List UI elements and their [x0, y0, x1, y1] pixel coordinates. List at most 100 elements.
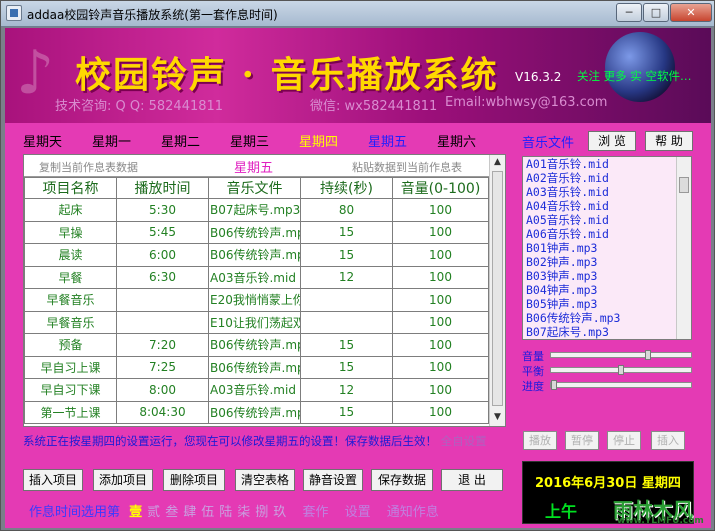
schedule-scrollbar[interactable]: ▲ ▼: [489, 155, 505, 426]
tab-tuesday[interactable]: 星期二: [161, 131, 200, 150]
cell-volume[interactable]: 100: [392, 355, 489, 379]
list-item[interactable]: B06传统铃声.mp3: [523, 311, 691, 325]
cell-music-file[interactable]: B06传统铃声.mp3: [208, 355, 301, 379]
mute-settings-button[interactable]: 静音设置: [303, 469, 363, 491]
cell-duration[interactable]: 15: [300, 243, 393, 267]
table-row[interactable]: 早餐 6:30 A03音乐铃.mid 12 100: [24, 265, 489, 289]
scroll-up-icon[interactable]: ▲: [492, 157, 503, 168]
cell-play-time[interactable]: 7:25: [116, 355, 209, 379]
close-button[interactable]: ✕: [670, 3, 712, 22]
cell-duration[interactable]: 80: [300, 198, 393, 222]
cell-volume[interactable]: 100: [392, 220, 489, 244]
cell-duration[interactable]: 15: [300, 400, 393, 424]
cell-play-time[interactable]: 6:30: [116, 265, 209, 289]
volume-slider[interactable]: 音量: [522, 348, 692, 364]
preset-option[interactable]: 伍: [201, 501, 214, 520]
list-item[interactable]: A02音乐铃.mid: [523, 171, 691, 185]
cell-duration[interactable]: 15: [300, 220, 393, 244]
cell-volume[interactable]: 100: [392, 400, 489, 424]
cell-duration[interactable]: 12: [300, 265, 393, 289]
preset-option[interactable]: 叁: [165, 501, 178, 520]
cell-item-name[interactable]: 第一节上课: [24, 400, 117, 424]
cell-music-file[interactable]: B06传统铃声.mp3: [208, 400, 301, 424]
delete-item-button[interactable]: 删除项目: [163, 469, 225, 491]
cell-play-time[interactable]: 8:04:30: [116, 400, 209, 424]
preset-option[interactable]: 玖: [273, 501, 286, 520]
maximize-button[interactable]: □: [643, 3, 669, 22]
cell-play-time[interactable]: 5:45: [116, 220, 209, 244]
table-row[interactable]: 第一节上课8:04:30B06传统铃声.mp315100: [24, 400, 489, 424]
cell-music-file[interactable]: B06传统铃声.mp3: [208, 333, 301, 357]
preset-option[interactable]: 捌: [255, 501, 268, 520]
table-row[interactable]: 早餐音乐 E20我悄悄蒙上你的眼睛 100: [24, 288, 489, 312]
balance-knob[interactable]: [618, 365, 624, 375]
cell-duration[interactable]: [300, 288, 393, 312]
minimize-button[interactable]: ─: [616, 3, 642, 22]
insert-item-button[interactable]: 插入项目: [23, 469, 83, 491]
progress-track[interactable]: [550, 380, 692, 390]
status-extra-link[interactable]: 全自设置: [441, 434, 487, 448]
cell-item-name[interactable]: 早餐音乐: [24, 288, 117, 312]
table-row[interactable]: 晨读6:00B06传统铃声.mp315100: [24, 243, 489, 267]
preset-link-set[interactable]: 套作: [302, 505, 328, 520]
volume-track[interactable]: [550, 350, 692, 360]
pause-button[interactable]: 暂停: [565, 431, 599, 450]
list-item[interactable]: A06音乐铃.mid: [523, 227, 691, 241]
cell-item-name[interactable]: 早自习上课: [24, 355, 117, 379]
list-item[interactable]: B02钟声.mp3: [523, 255, 691, 269]
cell-music-file[interactable]: B06传统铃声.mp3: [208, 243, 301, 267]
tab-sunday[interactable]: 星期天: [23, 131, 62, 150]
cell-duration[interactable]: 15: [300, 355, 393, 379]
music-list-scroll-thumb[interactable]: [679, 177, 689, 193]
help-button[interactable]: 帮 助: [645, 131, 693, 151]
insert-play-button[interactable]: 插入: [651, 431, 685, 450]
cell-play-time[interactable]: 6:00: [116, 243, 209, 267]
cell-music-file[interactable]: A03音乐铃.mid: [208, 378, 301, 402]
list-item[interactable]: B07起床号.mp3: [523, 325, 691, 339]
cell-play-time[interactable]: 5:30: [116, 198, 209, 222]
list-item[interactable]: A01音乐铃.mid: [523, 157, 691, 171]
volume-knob[interactable]: [644, 350, 651, 360]
preset-link-settings[interactable]: 设置: [345, 505, 371, 520]
cell-play-time[interactable]: 8:00: [116, 378, 209, 402]
balance-slider[interactable]: 平衡: [522, 363, 692, 379]
stop-button[interactable]: 停止: [607, 431, 641, 450]
cell-volume[interactable]: 100: [392, 288, 489, 312]
cell-music-file[interactable]: E20我悄悄蒙上你的眼睛: [208, 288, 301, 312]
cell-volume[interactable]: 100: [392, 265, 489, 289]
attention-link[interactable]: 关注 更多 实 空软件…: [577, 68, 691, 84]
preset-option[interactable]: 肆: [183, 501, 196, 520]
paste-schedule-link[interactable]: 粘贴数据到当前作息表: [352, 159, 462, 175]
play-button[interactable]: 播放: [523, 431, 557, 450]
title-bar[interactable]: addaa校园铃声音乐播放系统(第一套作息时间) ─ □ ✕: [1, 1, 714, 27]
list-item[interactable]: B01钟声.mp3: [523, 241, 691, 255]
preset-link-notify[interactable]: 通知作息: [387, 505, 439, 520]
list-item[interactable]: A03音乐铃.mid: [523, 185, 691, 199]
cell-item-name[interactable]: 起床: [24, 198, 117, 222]
tab-friday[interactable]: 星期五: [368, 131, 407, 150]
tab-thursday[interactable]: 星期四: [299, 131, 338, 150]
save-data-button[interactable]: 保存数据: [371, 469, 433, 491]
list-item[interactable]: B04钟声.mp3: [523, 283, 691, 297]
tab-wednesday[interactable]: 星期三: [230, 131, 269, 150]
cell-item-name[interactable]: 早自习下课: [24, 378, 117, 402]
cell-play-time[interactable]: 7:20: [116, 333, 209, 357]
cell-play-time[interactable]: [116, 288, 209, 312]
list-item[interactable]: B05钟声.mp3: [523, 297, 691, 311]
cell-item-name[interactable]: 早餐音乐: [24, 310, 117, 334]
cell-item-name[interactable]: 晨读: [24, 243, 117, 267]
scroll-thumb[interactable]: [492, 171, 503, 406]
table-row[interactable]: 预备7:20B06传统铃声.mp315100: [24, 333, 489, 357]
cell-duration[interactable]: [300, 310, 393, 334]
scroll-down-icon[interactable]: ▼: [492, 412, 503, 423]
cell-play-time[interactable]: [116, 310, 209, 334]
cell-volume[interactable]: 100: [392, 198, 489, 222]
progress-knob[interactable]: [551, 380, 557, 390]
progress-slider[interactable]: 进度: [522, 378, 692, 394]
exit-button[interactable]: 退 出: [441, 469, 503, 491]
cell-duration[interactable]: 12: [300, 378, 393, 402]
preset-option[interactable]: 贰: [147, 501, 160, 520]
table-row[interactable]: 早自习下课 8:00 A03音乐铃.mid 12 100: [24, 378, 489, 402]
table-row[interactable]: 早自习上课7:25B06传统铃声.mp315100: [24, 355, 489, 379]
preset-option[interactable]: 陆: [219, 501, 232, 520]
